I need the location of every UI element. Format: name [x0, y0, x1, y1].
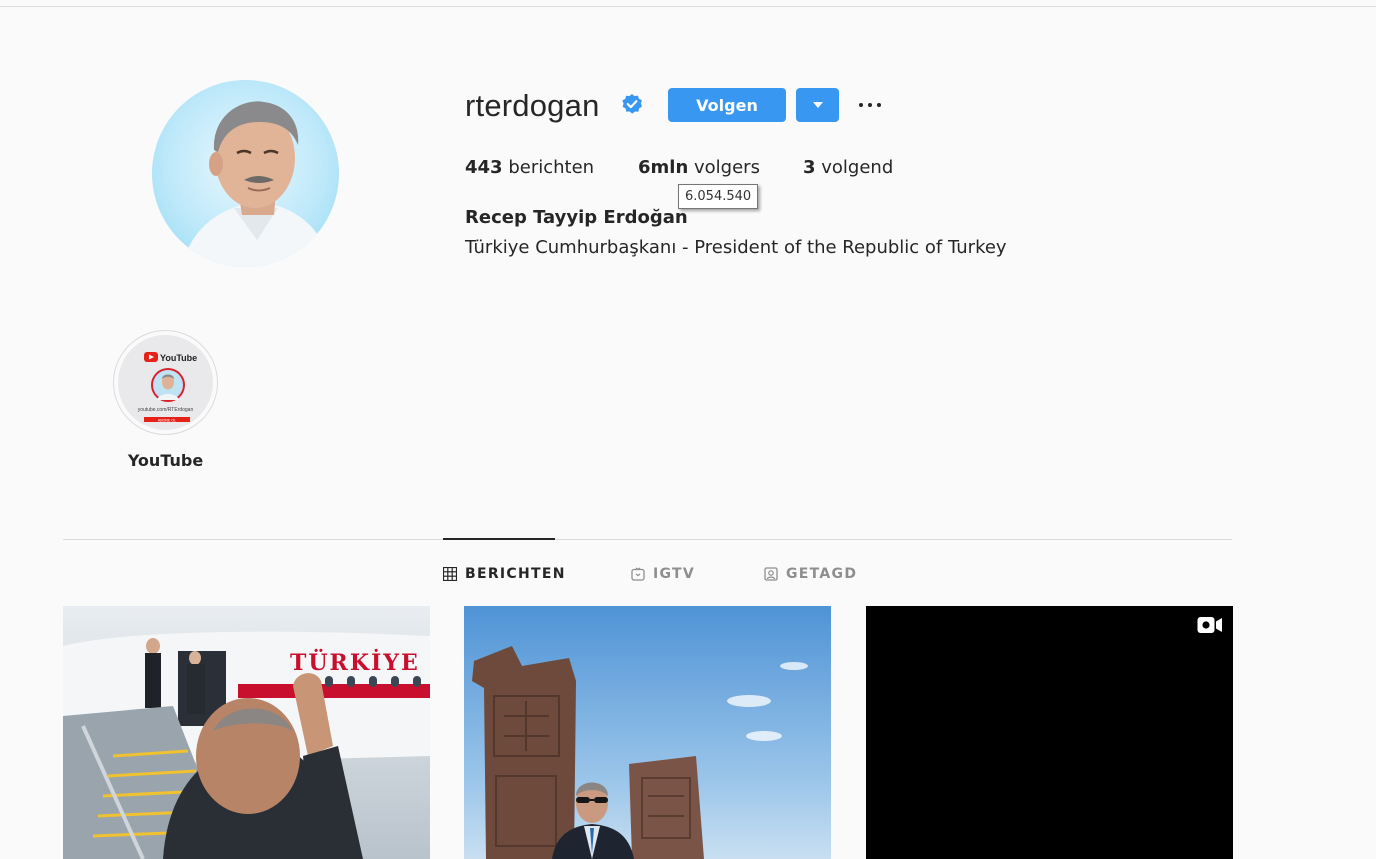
avatar-portrait [182, 101, 332, 267]
tab-tagged-label: GETAGD [786, 566, 858, 582]
tab-igtv-label: IGTV [653, 566, 696, 582]
tagged-icon [764, 567, 778, 581]
post-image-monuments [464, 606, 831, 859]
tab-posts[interactable]: BERICHTEN [443, 563, 566, 585]
followers-tooltip: 6.054.540 [678, 184, 759, 209]
dot-icon [877, 103, 881, 107]
following-label: volgend [821, 157, 894, 178]
following-count: 3 [803, 157, 816, 178]
followers-stat[interactable]: 6mln volgers [638, 156, 760, 180]
profile-username: rterdogan [465, 88, 600, 123]
top-divider [0, 6, 1376, 7]
dot-icon [859, 103, 863, 107]
grid-icon [443, 567, 457, 581]
profile-bio: Türkiye Cumhurbaşkanı - President of the… [465, 237, 1007, 258]
cover-brand-text: YouTube [160, 353, 197, 363]
following-stat[interactable]: 3 volgend [803, 156, 893, 180]
tab-tagged[interactable]: GETAGD [764, 563, 857, 585]
posts-stat: 443 berichten [465, 156, 594, 180]
profile-full-name: Recep Tayyip Erdoğan [465, 207, 688, 228]
highlight-label: YouTube [127, 451, 204, 470]
follow-button[interactable]: Volgen [668, 88, 786, 122]
video-icon [1197, 617, 1222, 633]
chevron-down-icon [812, 102, 823, 108]
highlight-youtube[interactable]: YouTube youtube.com/RTErdogan ABONE OL [113, 330, 218, 435]
post-thumbnail[interactable] [464, 606, 831, 859]
followers-count: 6mln [638, 157, 689, 178]
active-tab-indicator [443, 538, 555, 540]
more-options-button[interactable] [857, 96, 883, 114]
tab-igtv[interactable]: IGTV [631, 563, 695, 585]
post-image-airplane: TÜRKİYE [63, 606, 430, 859]
profile-avatar[interactable] [152, 80, 339, 267]
verified-badge-icon [622, 94, 642, 114]
posts-count: 443 [465, 157, 503, 178]
cover-subscribe-text: ABONE OL [158, 418, 176, 422]
cover-url-text: youtube.com/RTErdogan [138, 407, 194, 413]
igtv-icon [631, 567, 645, 581]
dot-icon [868, 103, 872, 107]
suggested-dropdown-button[interactable] [796, 88, 839, 122]
youtube-cover-art: YouTube youtube.com/RTErdogan ABONE OL [138, 352, 197, 422]
followers-label: volgers [694, 157, 760, 178]
tab-posts-label: BERICHTEN [465, 566, 566, 582]
posts-label: berichten [508, 157, 595, 178]
post-thumbnail[interactable]: TÜRKİYE [63, 606, 430, 859]
tabs-divider [63, 539, 1232, 540]
highlight-cover: YouTube youtube.com/RTErdogan ABONE OL [118, 335, 213, 430]
plane-livery-text: TÜRKİYE [290, 648, 420, 676]
post-thumbnail[interactable] [866, 606, 1233, 859]
